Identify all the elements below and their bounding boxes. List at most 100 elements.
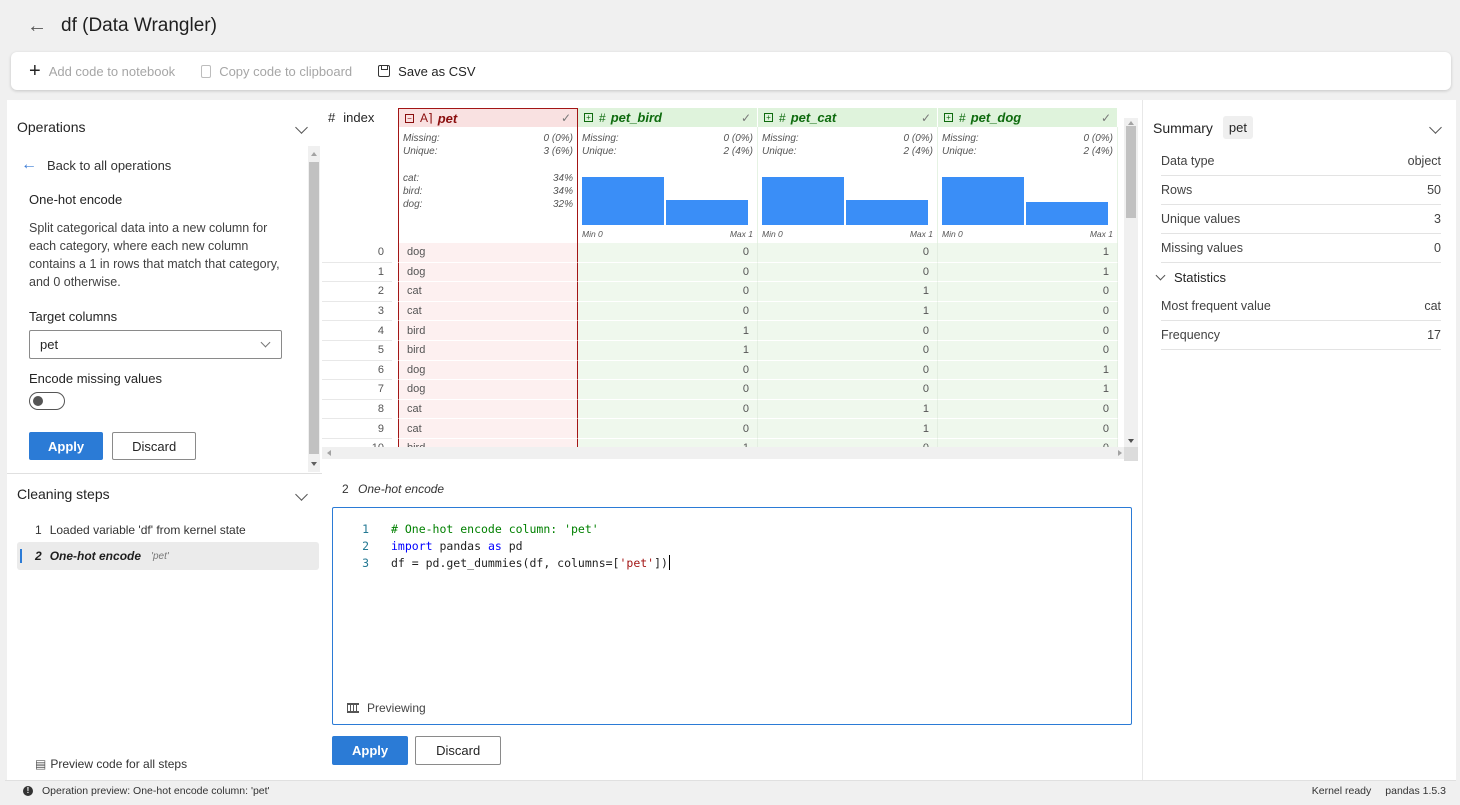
scrollbar-thumb[interactable] xyxy=(1126,126,1136,218)
encoded-cell[interactable]: 1 xyxy=(758,301,938,322)
code-editor[interactable]: Previewing 1 # One-hot encode column: 'pe… xyxy=(332,507,1132,725)
cleaning-step-active[interactable]: 2 One-hot encode 'pet' xyxy=(17,542,319,570)
encoded-cell[interactable]: 1 xyxy=(938,262,1118,283)
encoded-cell[interactable]: 0 xyxy=(938,301,1118,322)
encoded-cell[interactable]: 0 xyxy=(578,301,758,322)
expand-icon[interactable]: + xyxy=(584,113,593,122)
table-row[interactable]: 5 bird 1 0 0 xyxy=(322,341,1118,361)
table-row[interactable]: 3 cat 0 1 0 xyxy=(322,301,1118,322)
encoded-cell[interactable]: 0 xyxy=(938,282,1118,302)
table-row[interactable]: 6 dog 0 0 1 xyxy=(322,360,1118,381)
encoded-cell[interactable]: 1 xyxy=(578,321,758,341)
scroll-up-icon[interactable] xyxy=(311,152,317,156)
pet-cell[interactable]: cat xyxy=(398,419,578,439)
apply-button[interactable]: Apply xyxy=(29,432,104,460)
table-row[interactable]: 7 dog 0 0 1 xyxy=(322,380,1118,400)
expand-icon[interactable]: + xyxy=(764,113,773,122)
pet-cell[interactable]: bird xyxy=(398,341,578,361)
encoded-cell[interactable]: 1 xyxy=(938,243,1118,263)
encoded-cell[interactable]: 1 xyxy=(758,419,938,439)
encode-missing-toggle[interactable] xyxy=(29,392,65,410)
table-row[interactable]: 8 cat 0 1 0 xyxy=(322,399,1118,420)
encoded-cell[interactable]: 0 xyxy=(758,341,938,361)
pet-cell[interactable]: cat xyxy=(398,301,578,322)
histogram-bar[interactable] xyxy=(1026,202,1108,225)
back-arrow-icon[interactable]: ← xyxy=(27,15,47,38)
scroll-right-icon[interactable] xyxy=(1118,450,1122,456)
table-row[interactable]: 4 bird 1 0 0 xyxy=(322,321,1118,341)
cleaning-steps-header[interactable]: Cleaning steps xyxy=(7,486,322,502)
encoded-cell[interactable]: 1 xyxy=(578,341,758,361)
pet-cell[interactable]: bird xyxy=(398,321,578,341)
table-row[interactable]: 2 cat 0 1 0 xyxy=(322,282,1118,302)
code-apply-button[interactable]: Apply xyxy=(332,736,409,765)
pet-cell[interactable]: dog xyxy=(398,243,578,263)
scroll-left-icon[interactable] xyxy=(327,450,331,456)
table-row[interactable]: 9 cat 0 1 0 xyxy=(322,419,1118,439)
code-line[interactable]: 3 df = pd.get_dummies(df, columns=['pet']… xyxy=(333,554,670,571)
encoded-cell[interactable]: 1 xyxy=(938,360,1118,381)
add-code-to-notebook-button[interactable]: + Add code to notebook xyxy=(29,60,175,83)
histogram-bar[interactable] xyxy=(846,200,928,225)
encoded-cell[interactable]: 0 xyxy=(758,380,938,400)
operations-scrollbar[interactable] xyxy=(308,146,320,472)
chevron-down-icon[interactable] xyxy=(295,487,308,501)
encoded-cell[interactable]: 0 xyxy=(578,360,758,381)
histogram-bar[interactable] xyxy=(666,200,748,225)
table-row[interactable]: 1 dog 0 0 1 xyxy=(322,262,1118,283)
encoded-cell[interactable]: 0 xyxy=(938,399,1118,420)
pet-cell[interactable]: dog xyxy=(398,262,578,283)
scrollbar-thumb[interactable] xyxy=(309,162,319,454)
grid-horizontal-scrollbar[interactable] xyxy=(322,447,1127,459)
encoded-cell[interactable]: 1 xyxy=(938,380,1118,400)
encoded-cell[interactable]: 0 xyxy=(578,262,758,283)
histogram-bar[interactable] xyxy=(942,177,1024,225)
encoded-cell[interactable]: 0 xyxy=(758,262,938,283)
pet-cell[interactable]: cat xyxy=(398,399,578,420)
code-line[interactable]: 1 # One-hot encode column: 'pet' xyxy=(333,520,599,537)
copy-code-button[interactable]: Copy code to clipboard xyxy=(201,64,352,79)
preview-code-all-steps-link[interactable]: ▤ Preview code for all steps xyxy=(35,757,187,771)
code-discard-button[interactable]: Discard xyxy=(415,736,502,765)
back-to-all-operations-link[interactable]: ← Back to all operations xyxy=(21,156,285,174)
chevron-down-icon[interactable] xyxy=(1429,121,1442,134)
scroll-up-icon[interactable] xyxy=(1128,121,1134,125)
encoded-cell[interactable]: 0 xyxy=(938,341,1118,361)
encoded-cell[interactable]: 0 xyxy=(758,321,938,341)
discard-button[interactable]: Discard xyxy=(112,432,197,460)
encoded-cell[interactable]: 0 xyxy=(578,399,758,420)
code-line[interactable]: 2 import pandas as pd xyxy=(333,537,523,554)
cleaning-step[interactable]: 1 Loaded variable 'df' from kernel state xyxy=(17,516,319,544)
summary-header[interactable]: Summary pet xyxy=(1153,116,1446,139)
collapse-icon[interactable]: − xyxy=(405,113,414,123)
encoded-cell[interactable]: 0 xyxy=(578,243,758,263)
encoded-cell[interactable]: 0 xyxy=(938,321,1118,341)
encoded-cell[interactable]: 1 xyxy=(758,282,938,302)
encoded-cell[interactable]: 0 xyxy=(758,243,938,263)
pet-cell[interactable]: dog xyxy=(398,360,578,381)
column-header-pet[interactable]: − A⌉ pet ✓ Missing: 0 (0%) Unique: 3 (6%) … xyxy=(398,108,578,243)
encoded-cell[interactable]: 0 xyxy=(578,380,758,400)
pet-cell[interactable]: cat xyxy=(398,282,578,302)
encoded-cell[interactable]: 0 xyxy=(578,282,758,302)
scroll-down-icon[interactable] xyxy=(311,462,317,466)
column-header-pet-dog[interactable]: + # pet_dog ✓ Missing: 0 (0%) Unique: 2 (4… xyxy=(938,108,1118,243)
chevron-down-icon[interactable] xyxy=(295,120,308,134)
column-header-pet-cat[interactable]: + # pet_cat ✓ Missing: 0 (0%) Unique: 2 (4… xyxy=(758,108,938,243)
encoded-cell[interactable]: 0 xyxy=(758,360,938,381)
save-as-csv-button[interactable]: Save as CSV xyxy=(378,64,476,79)
scroll-down-icon[interactable] xyxy=(1128,439,1134,443)
table-row[interactable]: 0 dog 0 0 1 xyxy=(322,243,1118,263)
encoded-cell[interactable]: 1 xyxy=(758,399,938,420)
encoded-cell[interactable]: 0 xyxy=(578,419,758,439)
column-header-pet-bird[interactable]: + # pet_bird ✓ Missing: 0 (0%) Unique: 2 (… xyxy=(578,108,758,243)
pet-cell[interactable]: dog xyxy=(398,380,578,400)
grid-vertical-scrollbar[interactable] xyxy=(1124,118,1138,448)
encoded-cell[interactable]: 0 xyxy=(938,419,1118,439)
histogram-bar[interactable] xyxy=(582,177,664,225)
target-columns-dropdown[interactable]: pet xyxy=(29,330,282,359)
index-column-header[interactable]: # index xyxy=(322,108,392,127)
statistics-section-toggle[interactable]: Statistics xyxy=(1155,263,1441,292)
expand-icon[interactable]: + xyxy=(944,113,953,122)
operations-header[interactable]: Operations xyxy=(7,119,322,135)
